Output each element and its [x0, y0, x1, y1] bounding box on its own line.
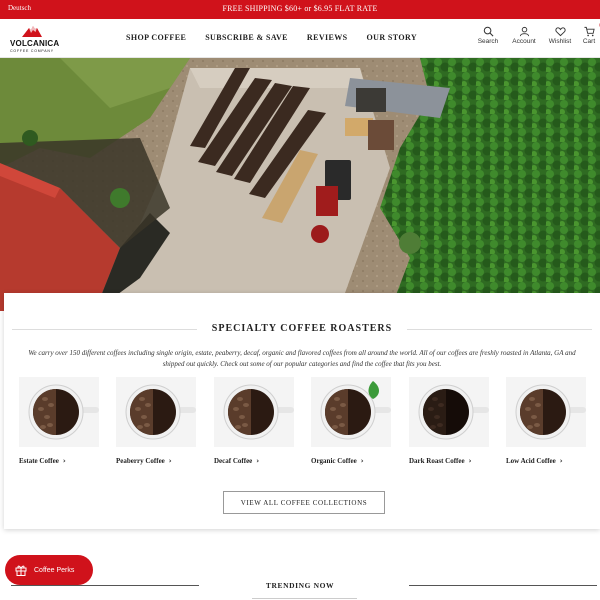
category-label: Decaf Coffee — [214, 457, 253, 465]
category-grid: Estate Coffee › Peaberry Coffee › Decaf Co… — [19, 377, 599, 467]
chevron-right-icon: › — [256, 457, 260, 465]
account-button[interactable]: Account — [506, 26, 542, 45]
trending-underline — [252, 598, 357, 599]
hero-banner-image — [0, 58, 600, 311]
account-label: Account — [512, 38, 536, 45]
chevron-right-icon: › — [168, 457, 172, 465]
announcement-message: FREE SHIPPING $60+ or $6.95 FLAT RATE — [222, 4, 378, 13]
coffee-cup-image — [311, 377, 391, 447]
coffee-cup-image — [214, 377, 294, 447]
chevron-right-icon: › — [360, 457, 364, 465]
heart-icon — [554, 27, 566, 37]
gift-icon — [15, 565, 27, 576]
brand-logo[interactable]: VOLCANICA COFFEE COMPANY — [10, 23, 60, 55]
view-all-collections-button[interactable]: VIEW ALL COFFEE COLLECTIONS — [223, 491, 385, 514]
aerial-coffee-farm-illustration — [0, 58, 600, 311]
category-label: Organic Coffee — [311, 457, 357, 465]
nav-shop-coffee[interactable]: SHOP COFFEE — [126, 33, 186, 42]
section-heading: SPECIALTY COFFEE ROASTERS — [12, 323, 592, 335]
category-label: Peaberry Coffee — [116, 457, 165, 465]
category-label: Low Acid Coffee — [506, 457, 556, 465]
wishlist-label: Wishlist — [548, 38, 572, 45]
nav-our-story[interactable]: OUR STORY — [367, 33, 418, 42]
cart-button[interactable]: Cart 0 — [578, 23, 600, 45]
cart-icon — [583, 26, 595, 37]
site-header: VOLCANICA COFFEE COMPANY SHOP COFFEE SUB… — [0, 19, 600, 58]
main-nav: SHOP COFFEE SUBSCRIBE & SAVE REVIEWS OUR… — [126, 33, 436, 42]
category-decaf-coffee[interactable]: Decaf Coffee › — [214, 377, 304, 467]
cart-label: Cart — [582, 38, 596, 45]
brand-tagline: COFFEE COMPANY — [10, 49, 54, 53]
brand-name: VOLCANICA — [10, 39, 60, 48]
trending-now-heading: TRENDING NOW — [265, 581, 335, 590]
category-label: Estate Coffee — [19, 457, 59, 465]
coffee-cup-image — [506, 377, 586, 447]
announcement-bar: Deutsch FREE SHIPPING $60+ or $6.95 FLAT… — [0, 0, 600, 19]
coffee-cup-image — [116, 377, 196, 447]
nav-subscribe-save[interactable]: SUBSCRIBE & SAVE — [205, 33, 288, 42]
chevron-right-icon: › — [559, 457, 563, 465]
chevron-right-icon: › — [468, 457, 472, 465]
section-description: We carry over 150 different coffees incl… — [28, 349, 576, 368]
wishlist-button[interactable]: Wishlist — [542, 26, 578, 45]
coffee-perks-label: Coffee Perks — [34, 566, 75, 574]
search-button[interactable]: Search — [470, 26, 506, 45]
search-label: Search — [477, 38, 499, 45]
category-dark-roast-coffee[interactable]: Dark Roast Coffee › — [409, 377, 499, 467]
category-peaberry-coffee[interactable]: Peaberry Coffee › — [116, 377, 206, 467]
category-label: Dark Roast Coffee — [409, 457, 465, 465]
category-organic-coffee[interactable]: Organic Coffee › — [311, 377, 401, 467]
category-low-acid-coffee[interactable]: Low Acid Coffee › — [506, 377, 596, 467]
search-icon — [483, 26, 493, 37]
user-icon — [519, 26, 529, 37]
nav-reviews[interactable]: REVIEWS — [307, 33, 348, 42]
coffee-cup-image — [409, 377, 489, 447]
volcano-logo-icon — [22, 26, 42, 37]
header-actions: Search Account Wishlist Cart 0 — [470, 23, 600, 45]
specialty-coffee-section: SPECIALTY COFFEE ROASTERS We carry over … — [4, 293, 600, 529]
category-estate-coffee[interactable]: Estate Coffee › — [19, 377, 109, 467]
chevron-right-icon: › — [62, 457, 66, 465]
coffee-cup-image — [19, 377, 99, 447]
section-title: SPECIALTY COFFEE ROASTERS — [205, 323, 399, 334]
